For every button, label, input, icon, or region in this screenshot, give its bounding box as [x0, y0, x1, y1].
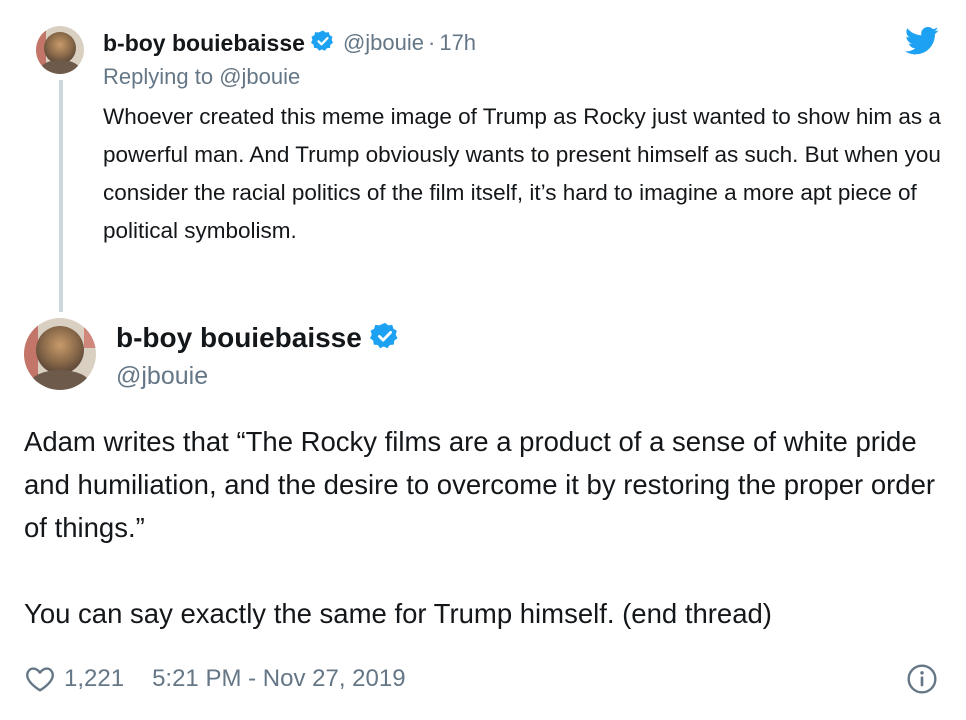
heart-icon[interactable]: [24, 663, 56, 695]
verified-badge-icon: [369, 321, 400, 356]
replying-prefix: Replying to: [103, 64, 214, 89]
reply-tweet-text: Whoever created this meme image of Trump…: [103, 104, 941, 243]
reply-header: b-boy bouiebaisse @jbouie · 17h: [103, 26, 476, 60]
tweet-paragraph: Adam writes that “The Rocky films are a …: [24, 426, 936, 543]
like-count[interactable]: 1,221: [64, 665, 124, 693]
verified-badge-icon: [310, 29, 335, 58]
author-handle[interactable]: @jbouie: [343, 30, 424, 56]
info-icon[interactable]: [906, 663, 938, 695]
author-name[interactable]: b-boy bouiebaisse: [116, 322, 362, 354]
main-tweet-author: b-boy bouiebaisse @jbouie: [116, 318, 400, 391]
avatar[interactable]: [24, 318, 96, 390]
author-handle[interactable]: @jbouie: [116, 362, 400, 391]
tweet-footer: 1,221 5:21 PM - Nov 27, 2019: [24, 660, 944, 698]
thread-connector-line: [59, 80, 63, 312]
reply-tweet[interactable]: b-boy bouiebaisse @jbouie · 17h Replying…: [0, 0, 966, 312]
twitter-bird-icon[interactable]: [905, 26, 939, 56]
author-name[interactable]: b-boy bouiebaisse: [103, 30, 305, 57]
main-tweet-text: Adam writes that “The Rocky films are a …: [24, 420, 944, 635]
replying-to-line: Replying to @jbouie: [103, 64, 300, 90]
tweet-timestamp[interactable]: 5:21 PM - Nov 27, 2019: [152, 665, 405, 693]
tweet-paragraph: You can say exactly the same for Trump h…: [24, 598, 772, 629]
separator-dot: ·: [428, 30, 436, 55]
tweet-age[interactable]: 17h: [439, 30, 476, 56]
replying-handle-link[interactable]: @jbouie: [219, 64, 300, 89]
avatar[interactable]: [36, 26, 84, 74]
